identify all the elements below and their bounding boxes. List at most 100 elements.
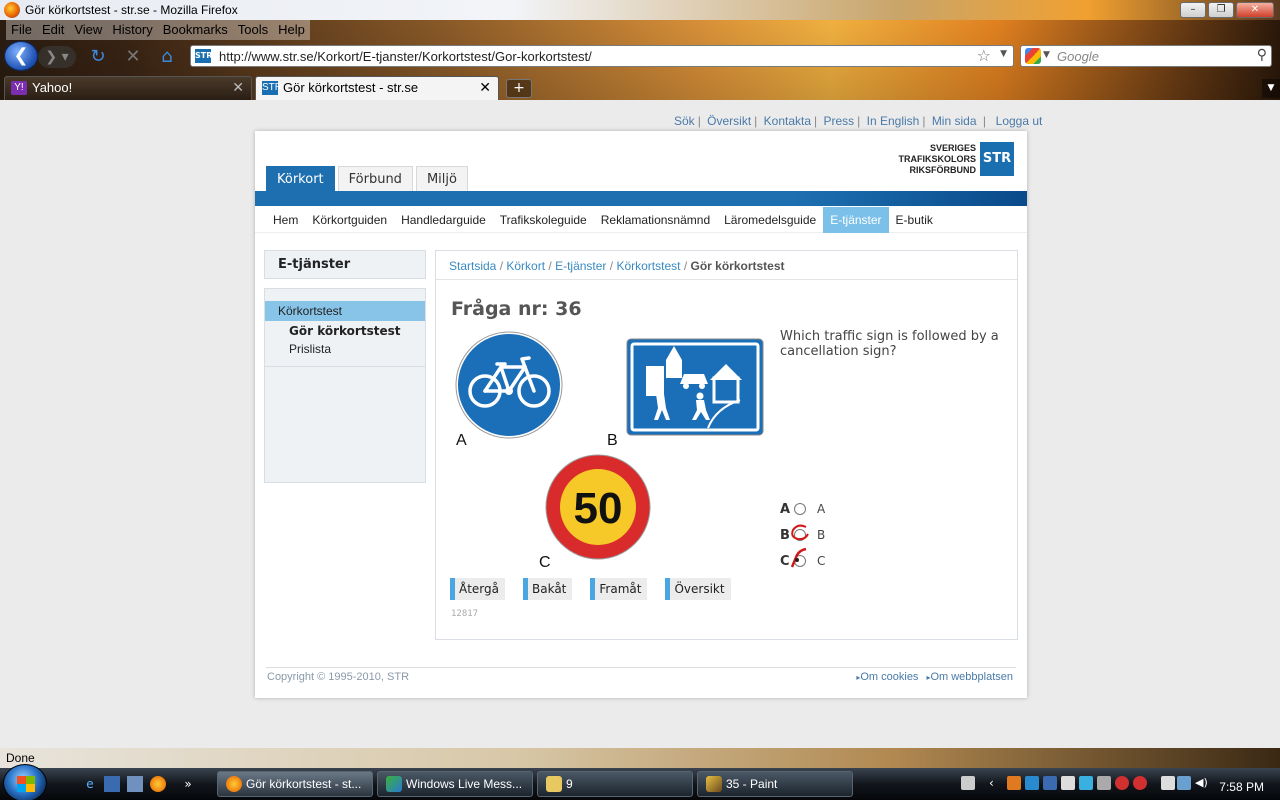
crumb-sep: / [606,259,617,273]
tab-forbund[interactable]: Förbund [337,166,413,191]
volume-icon[interactable]: ◀) [1195,776,1209,790]
home-icon[interactable]: ⌂ [156,46,178,68]
toplink-in-english[interactable]: In English [867,114,920,128]
menu-bookmarks[interactable]: Bookmarks [157,20,233,40]
task-paint[interactable]: 35 - Paint [697,771,853,797]
network-icon[interactable] [1177,776,1191,790]
str-logo[interactable]: SVERIGES TRAFIKSKOLORS RIKSFÖRBUND STR [899,142,1014,176]
footer-link-cookies[interactable]: Om cookies [856,671,918,683]
maximize-button[interactable]: ❐ [1208,2,1234,18]
url-text[interactable]: http://www.str.se/Korkort/E-tjanster/Kor… [219,49,592,64]
desktop-icon[interactable] [104,776,120,792]
tray-app-icon[interactable] [1043,776,1057,790]
toplink-kontakta[interactable]: Kontakta [764,114,811,128]
subnav-handledarguide[interactable]: Handledarguide [394,207,493,233]
quicklaunch-more-icon[interactable]: » [180,776,196,792]
subnav-trafikskoleguide[interactable]: Trafikskoleguide [493,207,594,233]
minimize-button[interactable]: – [1180,2,1206,18]
tab-str[interactable]: STR Gör körkortstest - str.se ✕ [255,76,499,100]
url-bar[interactable]: STR http://www.str.se/Korkort/E-tjanster… [190,45,1014,67]
subnav-hem[interactable]: Hem [266,207,305,233]
option-a-radio[interactable] [794,503,806,515]
tray-app-icon[interactable] [1115,776,1129,790]
menu-edit[interactable]: Edit [36,20,70,40]
subnav-reklamationsnamnd[interactable]: Reklamationsnämnd [594,207,717,233]
tab-miljo[interactable]: Miljö [415,166,468,191]
tray-app-icon[interactable] [1079,776,1093,790]
sidebar-heading: E-tjänster [264,250,426,279]
question-panel: Startsida / Körkort / E-tjänster / Körko… [435,250,1018,640]
tray-app-icon[interactable] [1007,776,1021,790]
option-a[interactable]: A A [780,499,825,519]
task-firefox[interactable]: Gör körkortstest - st... [217,771,373,797]
menu-file[interactable]: File [6,20,37,40]
toplink-logga-ut[interactable]: Logga ut [996,114,1043,128]
crumb-e-tjanster[interactable]: E-tjänster [555,259,606,273]
bookmark-star-icon[interactable]: ☆ [977,46,991,65]
search-engine-dropdown-icon[interactable]: ▼ [1043,50,1050,60]
subnav-e-tjanster[interactable]: E-tjänster [823,207,889,233]
tab-korkort[interactable]: Körkort [266,166,335,191]
tab-close-icon[interactable]: ✕ [479,79,491,96]
new-tab-button[interactable]: + [506,79,532,98]
tray-app-icon[interactable] [1161,776,1175,790]
tray-app-icon[interactable] [1097,776,1111,790]
breadcrumb-divider [436,279,1017,280]
reload-icon[interactable]: ↻ [87,46,109,68]
google-icon[interactable] [1025,48,1041,64]
toplink-sok[interactable]: Sök [674,114,695,128]
menu-history[interactable]: History [107,20,158,40]
forward-button[interactable]: ❯ ▾ [38,46,76,68]
subnav-laromedelsguide[interactable]: Läromedelsguide [717,207,823,233]
tray-app-icon[interactable] [1133,776,1147,790]
search-bar[interactable]: ▼ Google ⚲ [1020,45,1272,67]
crumb-startsida[interactable]: Startsida [449,259,496,273]
tray-app-icon[interactable] [1061,776,1075,790]
crumb-sep: / [545,259,556,273]
footer-link-webbplatsen[interactable]: Om webbplatsen [926,671,1013,683]
search-placeholder[interactable]: Google [1057,49,1099,64]
task-folder-9[interactable]: 9 [537,771,693,797]
toplink-press[interactable]: Press [823,114,854,128]
subnav-korkortguiden[interactable]: Körkortguiden [305,207,394,233]
ie-icon[interactable]: e [82,776,98,792]
task-messenger[interactable]: Windows Live Mess... [377,771,533,797]
back-button[interactable]: ❮ [4,41,38,71]
window-switch-icon[interactable] [127,776,143,792]
bakat-button[interactable]: Bakåt [523,578,573,600]
menu-view[interactable]: View [69,20,108,40]
tab-yahoo[interactable]: Y! Yahoo! ✕ [4,76,252,100]
tab-close-icon[interactable]: ✕ [232,79,244,96]
firefox-quicklaunch-icon[interactable] [150,776,166,792]
search-icon[interactable]: ⚲ [1257,47,1267,63]
sidebar-item-prislista[interactable]: Prislista [265,339,425,359]
task-label: Gör körkortstest - st... [246,777,362,791]
crumb-korkort[interactable]: Körkort [506,259,545,273]
crumb-korkortstest[interactable]: Körkortstest [616,259,680,273]
subnav-e-butik[interactable]: E-butik [889,207,940,233]
stop-icon[interactable]: ✕ [122,46,144,68]
tray-expand-icon[interactable]: ‹ [989,776,1003,790]
status-bar: Done [0,748,1280,768]
start-button[interactable] [3,764,47,800]
sidebar-item-korkortstest[interactable]: Körkortstest [265,301,425,321]
oversikt-button[interactable]: Översikt [665,578,731,600]
sidebar-item-gor-korkortstest[interactable]: Gör körkortstest [265,321,425,341]
menu-tools[interactable]: Tools [232,20,274,40]
url-dropdown-icon[interactable]: ▼ [1000,49,1007,59]
close-button[interactable]: ✕ [1236,2,1274,18]
atergå-button[interactable]: Återgå [450,578,505,600]
logo-text: SVERIGES TRAFIKSKOLORS RIKSFÖRBUND [899,143,977,176]
tray-app-icon[interactable] [1025,776,1039,790]
option-letter: A [780,501,791,517]
clock[interactable]: 7:58 PM [1219,780,1264,794]
toplink-oversikt[interactable]: Översikt [707,114,751,128]
sub-navigation: Hem Körkortguiden Handledarguide Trafiks… [255,206,1027,233]
toplink-min-sida[interactable]: Min sida [932,114,977,128]
menu-help[interactable]: Help [273,20,310,40]
framat-button[interactable]: Framåt [590,578,648,600]
window-titlebar: Gör körkortstest - str.se - Mozilla Fire… [0,0,1280,20]
tab-list-button[interactable]: ▼ [1262,79,1280,98]
keyboard-icon[interactable] [961,776,975,790]
firefox-icon [4,2,20,18]
